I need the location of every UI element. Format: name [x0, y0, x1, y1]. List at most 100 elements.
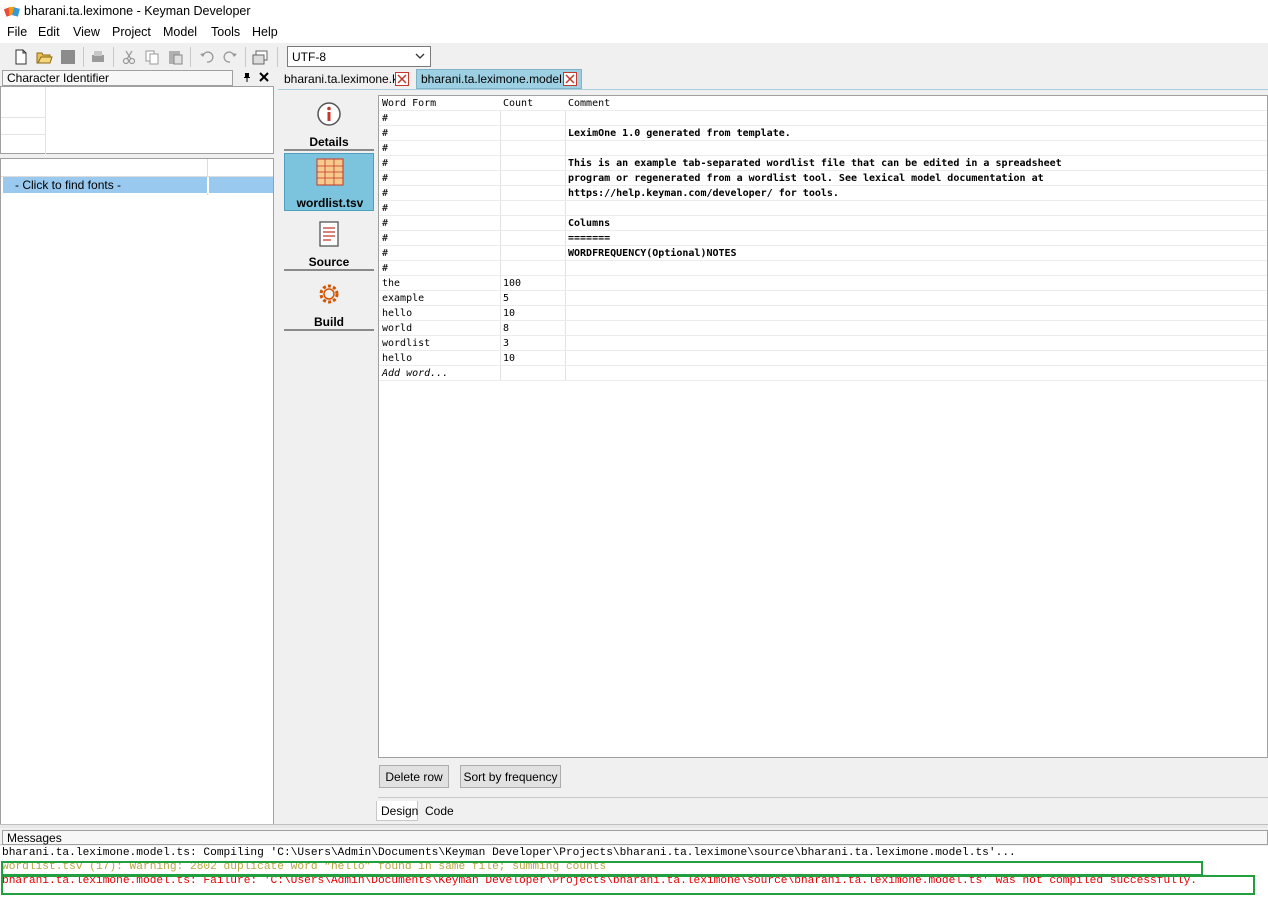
sort-by-frequency-button[interactable]: Sort by frequency: [460, 765, 561, 788]
tab-code[interactable]: Code: [421, 801, 459, 821]
cell-count[interactable]: 5: [503, 293, 509, 304]
message-compiling[interactable]: bharani.ta.leximone.model.ts: Compiling …: [2, 847, 1016, 859]
window-icon[interactable]: [251, 48, 269, 66]
panel-splitter[interactable]: [0, 824, 1268, 828]
divider: [284, 269, 374, 271]
close-tab-icon[interactable]: [563, 72, 577, 86]
table-row[interactable]: wordlist 3: [379, 336, 1267, 351]
table-row[interactable]: #: [379, 201, 1267, 216]
undo-icon[interactable]: [198, 48, 216, 66]
close-icon[interactable]: [258, 71, 270, 83]
table-row[interactable]: example 5: [379, 291, 1267, 306]
tab-project-kpj[interactable]: bharani.ta.leximone.kpj: [280, 69, 412, 89]
table-row[interactable]: # https://help.keyman.com/developer/ for …: [379, 186, 1267, 201]
new-file-icon[interactable]: [12, 48, 30, 66]
add-word-placeholder[interactable]: Add word...: [382, 368, 448, 379]
cell-count[interactable]: 100: [503, 278, 521, 289]
side-nav-label: Details: [309, 135, 349, 149]
close-tab-icon[interactable]: [395, 72, 409, 86]
cell-word-form[interactable]: #: [382, 203, 388, 214]
menu-model[interactable]: Model: [163, 25, 197, 39]
tab-label: bharani.ta.leximone.model.ts: [421, 72, 575, 86]
cell-word-form[interactable]: #: [382, 173, 388, 184]
cell-comment[interactable]: WORDFREQUENCY(Optional)NOTES: [568, 248, 737, 259]
table-row[interactable]: # LeximOne 1.0 generated from template.: [379, 126, 1267, 141]
menu-view[interactable]: View: [73, 25, 100, 39]
table-row[interactable]: #: [379, 141, 1267, 156]
cell-comment[interactable]: =======: [568, 233, 610, 244]
table-row[interactable]: # WORDFREQUENCY(Optional)NOTES: [379, 246, 1267, 261]
cell-comment[interactable]: program or regenerated from a wordlist t…: [568, 173, 1044, 184]
side-nav-details[interactable]: Details: [284, 93, 374, 151]
cell-count[interactable]: 10: [503, 353, 515, 364]
keyman-app-icon: [4, 6, 20, 17]
divider: [1, 134, 45, 135]
pin-icon[interactable]: [241, 71, 253, 83]
divider: [284, 329, 374, 331]
menu-edit[interactable]: Edit: [38, 25, 60, 39]
tab-underline: [278, 89, 1268, 90]
find-fonts-row[interactable]: - Click to find fonts -: [3, 177, 273, 193]
side-nav-build[interactable]: Build: [284, 273, 374, 331]
cell-word-form[interactable]: hello: [382, 353, 412, 364]
cell-count[interactable]: 10: [503, 308, 515, 319]
side-nav-wordlist[interactable]: wordlist.tsv: [284, 153, 374, 211]
divider: [207, 177, 209, 193]
cell-word-form[interactable]: #: [382, 188, 388, 199]
side-nav-label: Source: [308, 255, 350, 269]
tab-design[interactable]: Design: [376, 801, 418, 821]
cell-comment[interactable]: This is an example tab-separated wordlis…: [568, 158, 1062, 169]
cell-comment[interactable]: LeximOne 1.0 generated from template.: [568, 128, 791, 139]
cell-word-form[interactable]: #: [382, 248, 388, 259]
side-nav-source[interactable]: Source: [284, 213, 374, 271]
table-row[interactable]: world 8: [379, 321, 1267, 336]
cell-count[interactable]: 8: [503, 323, 509, 334]
table-row[interactable]: hello 10: [379, 306, 1267, 321]
print-icon[interactable]: [89, 48, 107, 66]
menu-project[interactable]: Project: [112, 25, 151, 39]
cell-word-form[interactable]: #: [382, 233, 388, 244]
tab-model-ts[interactable]: bharani.ta.leximone.model.ts: [416, 69, 582, 89]
paste-icon[interactable]: [166, 48, 184, 66]
wordlist-grid[interactable]: Word Form Count Comment # # LeximOne 1.0 g…: [378, 95, 1268, 758]
delete-row-button[interactable]: Delete row: [379, 765, 449, 788]
cell-comment[interactable]: Columns: [568, 218, 610, 229]
tab-label: bharani.ta.leximone.kpj: [284, 72, 408, 86]
table-row[interactable]: # =======: [379, 231, 1267, 246]
cell-word-form[interactable]: hello: [382, 308, 412, 319]
cell-word-form[interactable]: #: [382, 263, 388, 274]
cell-word-form[interactable]: wordlist: [382, 338, 430, 349]
cell-word-form[interactable]: #: [382, 143, 388, 154]
add-word-row[interactable]: Add word...: [379, 366, 1267, 381]
menu-help[interactable]: Help: [252, 25, 278, 39]
redo-icon[interactable]: [221, 48, 239, 66]
table-row[interactable]: #: [379, 261, 1267, 276]
table-row[interactable]: hello 10: [379, 351, 1267, 366]
table-row[interactable]: the 100: [379, 276, 1267, 291]
table-row[interactable]: # This is an example tab-separated wordli…: [379, 156, 1267, 171]
open-folder-icon[interactable]: [35, 48, 53, 66]
header-word-form[interactable]: Word Form: [382, 98, 436, 109]
header-count[interactable]: Count: [503, 98, 533, 109]
cell-word-form[interactable]: world: [382, 323, 412, 334]
cell-word-form[interactable]: example: [382, 293, 424, 304]
character-identifier-title: Character Identifier: [2, 70, 233, 86]
cell-word-form[interactable]: the: [382, 278, 400, 289]
gear-icon: [319, 284, 339, 304]
cell-comment[interactable]: https://help.keyman.com/developer/ for t…: [568, 188, 839, 199]
encoding-select[interactable]: UTF-8: [287, 46, 431, 67]
table-row[interactable]: # program or regenerated from a wordlist …: [379, 171, 1267, 186]
cell-count[interactable]: 3: [503, 338, 509, 349]
menu-tools[interactable]: Tools: [211, 25, 240, 39]
table-row[interactable]: #: [379, 111, 1267, 126]
cell-word-form[interactable]: #: [382, 218, 388, 229]
cut-icon[interactable]: [120, 48, 138, 66]
cell-word-form[interactable]: #: [382, 113, 388, 124]
table-row[interactable]: # Columns: [379, 216, 1267, 231]
cell-word-form[interactable]: #: [382, 128, 388, 139]
copy-icon[interactable]: [143, 48, 161, 66]
cell-word-form[interactable]: #: [382, 158, 388, 169]
menu-file[interactable]: File: [7, 25, 27, 39]
header-comment[interactable]: Comment: [568, 98, 610, 109]
save-icon[interactable]: [59, 48, 77, 66]
